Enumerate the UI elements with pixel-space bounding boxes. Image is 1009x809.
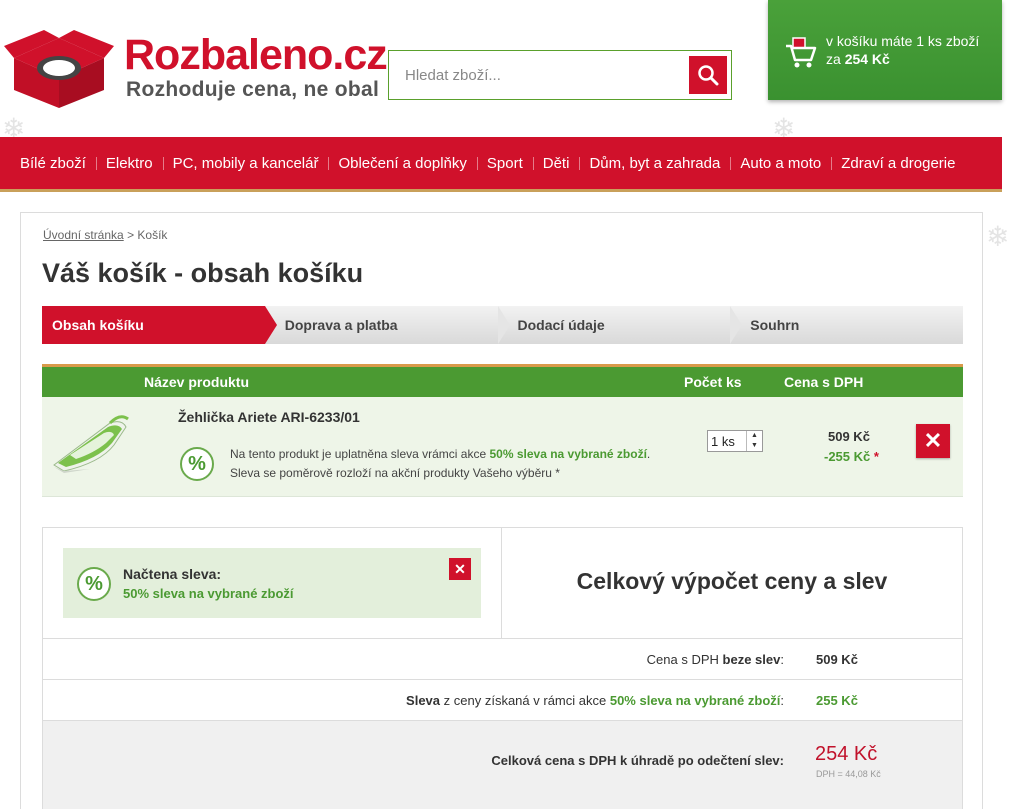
total-value: 254 Kč — [815, 743, 878, 765]
cart-total-prefix: za — [826, 51, 841, 67]
cart-table-header: Název produktu Počet ks Cena s DPH — [42, 367, 963, 397]
search-form — [388, 50, 732, 100]
cart-panel: Úvodní stránka > Košík Váš košík - obsah… — [20, 212, 983, 809]
cart-count-text: v košíku máte 1 ks zboží — [826, 33, 980, 49]
step-label: Doprava a platba — [284, 317, 398, 333]
summary-label: Sleva z ceny získaná v rámci akce 50% sl… — [406, 693, 784, 708]
product-image[interactable] — [50, 405, 130, 485]
summary-discount-value: 255 Kč — [816, 693, 858, 708]
search-icon — [698, 65, 719, 86]
product-discount-note: Na tento produkt je uplatněna sleva vrám… — [230, 445, 650, 483]
step-label: Dodací údaje — [517, 317, 605, 333]
shopping-cart-icon — [786, 37, 817, 68]
search-button[interactable] — [689, 56, 727, 94]
summary-heading-panel: Celkový výpočet ceny a slev — [502, 528, 962, 639]
quantity-down-icon[interactable]: ▼ — [747, 441, 762, 451]
step-arrow — [264, 306, 277, 344]
label-mid: z ceny získaná v rámci akce — [443, 693, 607, 708]
summary-title: Celkový výpočet ceny a slev — [576, 568, 888, 594]
item-price: 509 Kč — [828, 429, 870, 444]
search-input[interactable] — [397, 61, 677, 89]
label-suffix: : — [780, 652, 784, 667]
step-label: Souhrn — [750, 317, 800, 333]
summary-label: Cena s DPH beze slev: — [647, 652, 784, 667]
brand-name[interactable]: Rozbaleno.cz — [124, 32, 388, 78]
item-discount-value: -255 Kč — [824, 449, 871, 464]
step-shipping-payment[interactable]: Doprava a platba — [264, 306, 510, 344]
nav-item-sport[interactable]: Sport — [476, 136, 533, 191]
label-prefix: Cena s DPH — [646, 652, 719, 667]
nav-item-pc-mobily[interactable]: PC, mobily a kancelář — [162, 136, 329, 191]
quantity-stepper[interactable]: 1 ks ▲ ▼ — [707, 430, 763, 452]
applied-discount-title: Načtena sleva: — [123, 566, 222, 582]
step-summary[interactable]: Souhrn — [730, 306, 963, 344]
breadcrumb-separator: > — [127, 228, 135, 242]
step-arrow — [730, 306, 743, 344]
note-prefix: Na tento produkt je uplatněna sleva vrám… — [230, 447, 487, 461]
step-cart-contents[interactable]: Obsah košíku — [42, 306, 277, 344]
column-header-price: Cena s DPH — [784, 374, 864, 390]
summary-row-total: Celková cena s DPH k úhradě po odečtení … — [43, 721, 962, 809]
summary-price-value: 509 Kč — [816, 652, 858, 667]
snowflake-decoration: ❄ — [986, 221, 1009, 252]
label-bold: beze slev — [722, 652, 781, 667]
nav-item-bile-zbozi[interactable]: Bílé zboží — [10, 136, 96, 191]
checkout-steps: Obsah košíku Doprava a platba Dodací úda… — [42, 306, 963, 344]
quantity-up-icon[interactable]: ▲ — [747, 431, 762, 441]
step-arrow — [497, 306, 510, 344]
close-icon: ✕ — [923, 428, 943, 453]
breadcrumb: Úvodní stránka > Košík — [43, 228, 167, 242]
nav-item-obleceni[interactable]: Oblečení a doplňky — [328, 136, 476, 191]
product-name[interactable]: Žehlička Ariete ARI-6233/01 — [178, 409, 360, 425]
main-navigation: Bílé zboží Elektro PC, mobily a kancelář… — [0, 137, 1002, 192]
quantity-value: 1 ks — [711, 434, 735, 449]
cart-text: v košíku máte 1 ks zboží za 254 Kč — [826, 32, 979, 68]
column-header-qty: Počet ks — [684, 374, 742, 390]
quantity-spinner: ▲ ▼ — [746, 431, 762, 451]
note-promo: 50% sleva na vybrané zboží — [489, 447, 647, 461]
remove-discount-button[interactable]: ✕ — [449, 558, 471, 580]
summary-row-discount: Sleva z ceny získaná v rámci akce 50% sl… — [43, 680, 962, 721]
total-vat: DPH = 44,08 Kč — [816, 769, 881, 779]
summary-row-price: Cena s DPH beze slev: 509 Kč — [43, 639, 962, 680]
price-summary: % Načtena sleva: 50% sleva na vybrané zb… — [42, 527, 963, 809]
cart-total: 254 Kč — [844, 51, 890, 67]
label-promo: 50% sleva na vybrané zboží — [609, 693, 781, 708]
remove-item-button[interactable]: ✕ — [916, 424, 950, 458]
breadcrumb-home-link[interactable]: Úvodní stránka — [43, 228, 124, 242]
nav-item-elektro[interactable]: Elektro — [95, 136, 163, 191]
step-label: Obsah košíku — [52, 317, 144, 333]
label-suffix: : — [780, 693, 784, 708]
nav-item-dum-byt[interactable]: Dům, byt a zahrada — [579, 136, 730, 191]
step-delivery-details[interactable]: Dodací údaje — [497, 306, 743, 344]
applied-discount-panel: % Načtena sleva: 50% sleva na vybrané zb… — [43, 528, 502, 639]
item-discount-mark: * — [873, 449, 879, 464]
brand-tagline: Rozhoduje cena, ne obal — [126, 78, 380, 101]
column-header-name: Název produktu — [144, 374, 250, 390]
label-bold: Sleva — [406, 693, 441, 708]
nav-item-auto-moto[interactable]: Auto a moto — [730, 136, 831, 191]
logo-box-icon[interactable] — [4, 28, 114, 110]
discount-percent-icon: % — [77, 567, 111, 601]
cart-item-row: Žehlička Ariete ARI-6233/01 % Na tento p… — [42, 397, 963, 497]
item-discount: -255 Kč * — [824, 449, 879, 464]
applied-discount: % Načtena sleva: 50% sleva na vybrané zb… — [63, 548, 481, 618]
nav-item-deti[interactable]: Děti — [532, 136, 580, 191]
breadcrumb-current: Košík — [137, 228, 168, 242]
close-icon: ✕ — [454, 560, 466, 577]
total-label: Celková cena s DPH k úhradě po odečtení … — [491, 753, 784, 768]
nav-item-zdravi[interactable]: Zdraví a drogerie — [831, 136, 965, 191]
page-title: Váš košík - obsah košíku — [42, 258, 364, 288]
applied-discount-name: 50% sleva na vybrané zboží — [123, 586, 294, 601]
note-suffix: . — [646, 447, 651, 461]
cart-summary[interactable]: v košíku máte 1 ks zboží za 254 Kč — [768, 0, 1002, 100]
note-line2: Sleva se poměrově rozloží na akční produ… — [230, 466, 560, 480]
discount-percent-icon: % — [180, 447, 214, 481]
